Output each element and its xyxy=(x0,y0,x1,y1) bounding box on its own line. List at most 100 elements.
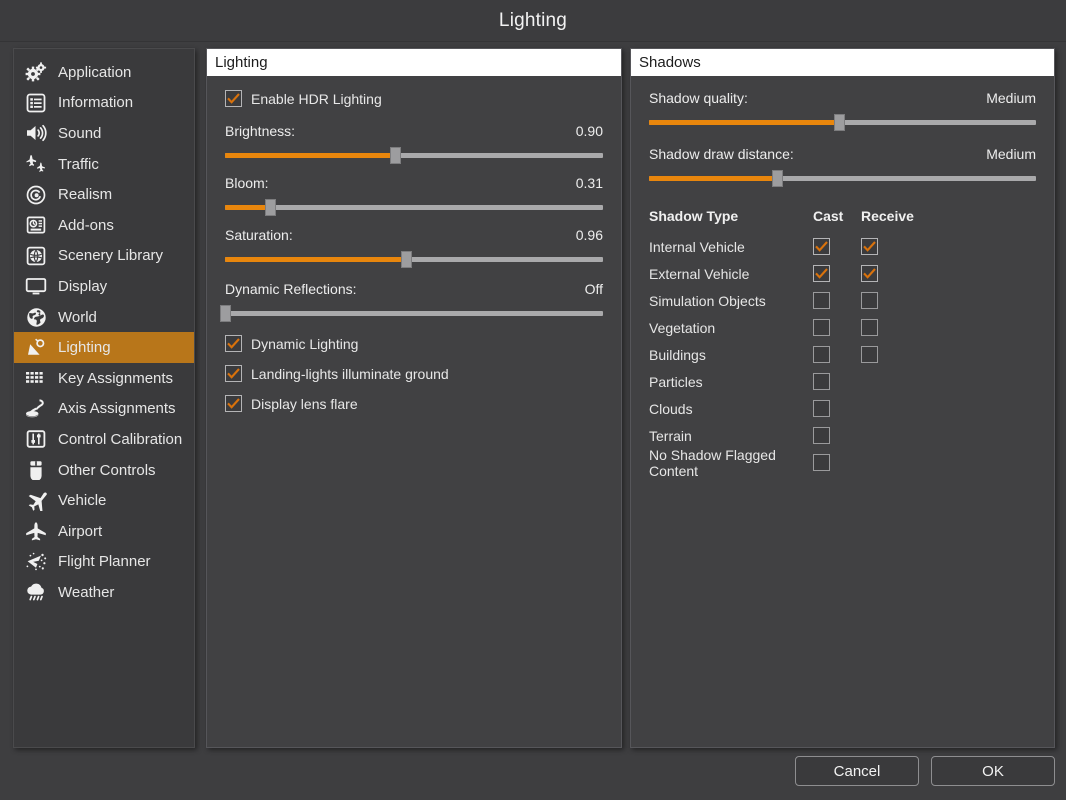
cancel-button[interactable]: Cancel xyxy=(795,756,919,786)
table-row: Vegetation xyxy=(649,314,1036,341)
receive-checkbox-vegetation[interactable] xyxy=(861,319,878,336)
slider-group-saturation: Saturation: 0.96 xyxy=(225,227,603,268)
sidebar-item-display[interactable]: Display xyxy=(14,271,194,302)
cast-checkbox-particles[interactable] xyxy=(813,373,830,390)
slider-shadow-quality[interactable] xyxy=(649,114,1036,131)
slider-group-dynamic-reflections: Dynamic Reflections: Off xyxy=(220,281,603,322)
cast-cell-terrain xyxy=(813,427,861,444)
slider-handle[interactable] xyxy=(833,114,845,131)
cast-checkbox-terrain[interactable] xyxy=(813,427,830,444)
aircraft-traffic-icon xyxy=(23,153,49,175)
slider-fill xyxy=(649,120,839,125)
sidebar-item-other-controls[interactable]: Other Controls xyxy=(14,455,194,486)
shadow-type-label-buildings: Buildings xyxy=(649,346,706,363)
sidebar-item-world[interactable]: World xyxy=(14,302,194,333)
airplane-tilted-icon xyxy=(23,490,49,512)
checkbox-row-dynamic-lighting[interactable]: Dynamic Lighting xyxy=(225,335,603,352)
lighting-panel: Lighting Enable HDR Lighting Brightness:… xyxy=(206,48,622,748)
sidebar-item-information[interactable]: Information xyxy=(14,88,194,119)
slider-bloom[interactable] xyxy=(225,199,603,216)
sidebar-item-airport[interactable]: Airport xyxy=(14,516,194,547)
cast-checkbox-clouds[interactable] xyxy=(813,400,830,417)
receive-cell-internal-vehicle xyxy=(861,238,909,255)
receive-checkbox-external-vehicle[interactable] xyxy=(861,265,878,282)
slider-handle[interactable] xyxy=(390,147,402,164)
cast-checkbox-buildings[interactable] xyxy=(813,346,830,363)
sidebar-item-label: Application xyxy=(58,63,132,81)
slider-fill xyxy=(649,176,777,181)
checkbox-row-display-lens-flare[interactable]: Display lens flare xyxy=(225,395,603,412)
sidebar-item-label: Weather xyxy=(58,583,115,601)
receive-cell-vegetation xyxy=(861,319,909,336)
checkbox-display-lens-flare[interactable] xyxy=(225,395,242,412)
slider-label-row-saturation: Saturation: 0.96 xyxy=(225,227,603,243)
slider-group-brightness: Brightness: 0.90 xyxy=(225,123,603,164)
slider-handle[interactable] xyxy=(401,251,413,268)
slider-track xyxy=(225,311,603,316)
checkbox-dynamic-lighting[interactable] xyxy=(225,335,242,352)
list-document-icon xyxy=(23,92,49,114)
column-header-shadow-type: Shadow Type xyxy=(649,208,739,224)
sliders-icon xyxy=(23,428,49,450)
sidebar-item-weather[interactable]: Weather xyxy=(14,577,194,608)
slider-dynamic-reflections[interactable] xyxy=(220,305,603,322)
sidebar-item-realism[interactable]: Realism xyxy=(14,179,194,210)
cast-checkbox-vegetation[interactable] xyxy=(813,319,830,336)
sidebar-item-add-ons[interactable]: Add-ons xyxy=(14,210,194,241)
shadow-type-label-simulation-objects: Simulation Objects xyxy=(649,292,766,309)
sidebar-item-label: Information xyxy=(58,94,134,112)
shadow-type-label-terrain: Terrain xyxy=(649,427,692,444)
cast-cell-external-vehicle xyxy=(813,265,861,282)
slider-handle[interactable] xyxy=(771,170,783,187)
sidebar-item-lighting[interactable]: Lighting xyxy=(14,332,194,363)
cast-cell-internal-vehicle xyxy=(813,238,861,255)
slider-handle[interactable] xyxy=(220,305,231,322)
speaker-icon xyxy=(23,122,49,144)
enable-hdr-lighting-row[interactable]: Enable HDR Lighting xyxy=(225,90,603,107)
cast-checkbox-internal-vehicle[interactable] xyxy=(813,238,830,255)
enable-hdr-lighting-checkbox[interactable] xyxy=(225,90,242,107)
sidebar-item-label: Traffic xyxy=(58,155,99,173)
lighting-checkbox-group: Dynamic Lighting Landing-lights illumina… xyxy=(225,335,603,412)
slider-label-row-bloom: Bloom: 0.31 xyxy=(225,175,603,191)
slider-label-bloom: Bloom: xyxy=(225,175,269,191)
cast-checkbox-no-shadow-flagged-content[interactable] xyxy=(813,454,830,471)
check-icon xyxy=(227,368,240,379)
page-title: Lighting xyxy=(498,10,568,31)
sidebar-item-key-assignments[interactable]: Key Assignments xyxy=(14,363,194,394)
sidebar-item-sound[interactable]: Sound xyxy=(14,118,194,149)
slider-value-shadow-draw-distance: Medium xyxy=(986,146,1036,162)
mouse-icon xyxy=(23,459,49,481)
sidebar-item-traffic[interactable]: Traffic xyxy=(14,149,194,180)
sidebar-item-label: Display xyxy=(58,277,108,295)
checkbox-label-dynamic-lighting: Dynamic Lighting xyxy=(251,335,359,352)
checkbox-row-landing-lights-illuminate-ground[interactable]: Landing-lights illuminate ground xyxy=(225,365,603,382)
sidebar-item-vehicle[interactable]: Vehicle xyxy=(14,485,194,516)
sidebar-item-application[interactable]: Application xyxy=(14,57,194,88)
cast-checkbox-simulation-objects[interactable] xyxy=(813,292,830,309)
slider-handle[interactable] xyxy=(265,199,277,216)
sidebar-item-label: Axis Assignments xyxy=(58,400,176,418)
check-icon xyxy=(863,268,876,279)
sidebar-item-flight-planner[interactable]: Flight Planner xyxy=(14,547,194,578)
table-row: No Shadow Flagged Content xyxy=(649,447,1036,479)
enable-hdr-lighting-label: Enable HDR Lighting xyxy=(251,90,382,107)
checkbox-landing-lights-illuminate-ground[interactable] xyxy=(225,365,242,382)
receive-checkbox-buildings[interactable] xyxy=(861,346,878,363)
sidebar-item-scenery-library[interactable]: Scenery Library xyxy=(14,241,194,272)
slider-saturation[interactable] xyxy=(225,251,603,268)
slider-fill xyxy=(225,257,407,262)
sidebar-item-control-calibration[interactable]: Control Calibration xyxy=(14,424,194,455)
receive-checkbox-simulation-objects[interactable] xyxy=(861,292,878,309)
slider-label-shadow-draw-distance: Shadow draw distance: xyxy=(649,146,794,162)
ok-button[interactable]: OK xyxy=(931,756,1055,786)
slider-brightness[interactable] xyxy=(225,147,603,164)
shadow-type-label-external-vehicle: External Vehicle xyxy=(649,265,750,282)
slider-shadow-draw-distance[interactable] xyxy=(649,170,1036,187)
cast-checkbox-external-vehicle[interactable] xyxy=(813,265,830,282)
sidebar-item-axis-assignments[interactable]: Axis Assignments xyxy=(14,394,194,425)
slider-group-bloom: Bloom: 0.31 xyxy=(225,175,603,216)
receive-checkbox-internal-vehicle[interactable] xyxy=(861,238,878,255)
receive-cell-simulation-objects xyxy=(861,292,909,309)
sidebar-item-label: Other Controls xyxy=(58,461,156,479)
